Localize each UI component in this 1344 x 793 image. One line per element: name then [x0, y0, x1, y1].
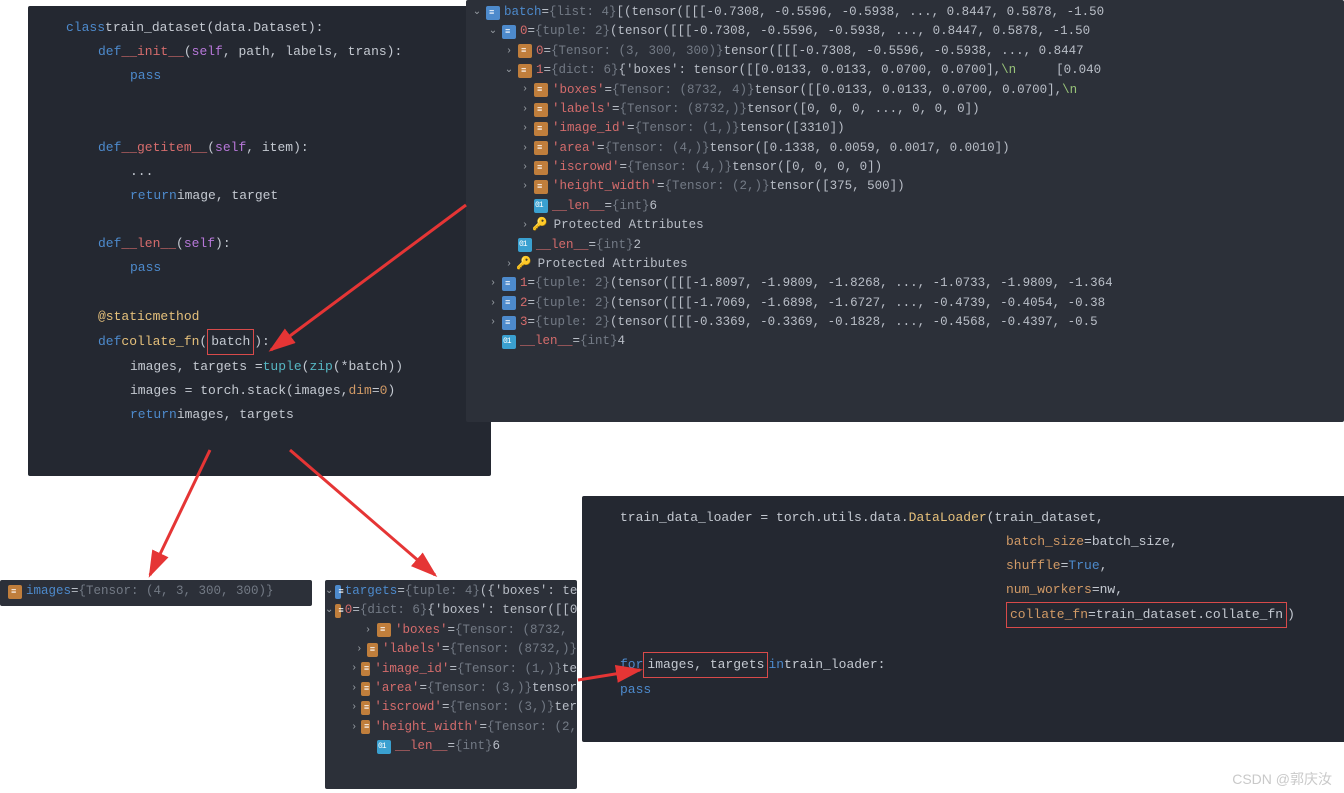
obj-icon	[361, 701, 371, 715]
chevron-right-icon[interactable]: ›	[349, 720, 359, 736]
chevron-right-icon[interactable]: ›	[518, 82, 532, 98]
obj-icon	[518, 64, 532, 78]
int-icon	[534, 199, 548, 213]
chevron-right-icon[interactable]: ›	[518, 160, 532, 176]
obj-icon	[534, 83, 548, 97]
chevron-right-icon[interactable]: ›	[354, 642, 365, 658]
param-batch: batch	[207, 329, 254, 355]
chevron-right-icon[interactable]: ›	[486, 315, 500, 331]
list-icon	[502, 277, 516, 291]
list-icon	[486, 6, 500, 20]
chevron-right-icon[interactable]: ›	[486, 296, 500, 312]
code-panel-left: class train_dataset(data.Dataset): def _…	[28, 6, 491, 476]
chevron-right-icon[interactable]: ›	[486, 276, 500, 292]
code-panel-right: train_data_loader = torch.utils.data.Dat…	[582, 496, 1344, 742]
int-icon	[518, 238, 532, 252]
obj-icon	[361, 682, 371, 696]
chevron-right-icon[interactable]: ›	[502, 257, 516, 273]
chevron-down-icon[interactable]: ⌄	[502, 63, 516, 79]
list-icon	[502, 316, 516, 330]
list-icon	[335, 585, 340, 599]
chevron-down-icon[interactable]: ⌄	[325, 603, 333, 619]
chevron-down-icon[interactable]: ⌄	[325, 584, 333, 600]
list-icon	[502, 25, 516, 39]
obj-icon	[361, 720, 371, 734]
chevron-right-icon[interactable]: ›	[361, 623, 375, 639]
chevron-right-icon[interactable]: ›	[518, 218, 532, 234]
chevron-right-icon[interactable]: ›	[349, 661, 359, 677]
obj-icon	[534, 122, 548, 136]
obj-icon	[8, 585, 22, 599]
chevron-right-icon[interactable]: ›	[349, 700, 359, 716]
chevron-down-icon[interactable]: ⌄	[470, 5, 484, 21]
images-popup[interactable]: images = {Tensor: (4, 3, 300, 300)}	[0, 580, 312, 606]
obj-icon	[534, 161, 548, 175]
obj-icon	[335, 604, 340, 618]
chevron-right-icon[interactable]: ›	[518, 121, 532, 137]
obj-icon	[534, 103, 548, 117]
obj-icon	[377, 623, 391, 637]
obj-icon	[534, 180, 548, 194]
chevron-right-icon[interactable]: ›	[518, 141, 532, 157]
chevron-right-icon[interactable]: ›	[518, 179, 532, 195]
obj-icon	[367, 643, 378, 657]
targets-popup[interactable]: ⌄targets = {tuple: 4} ({'boxes': tens ⌄0…	[325, 580, 577, 789]
for-targets-box: images, targets	[643, 652, 768, 678]
list-icon	[502, 296, 516, 310]
obj-icon	[534, 141, 548, 155]
debug-panel-main[interactable]: ⌄batch = {list: 4} [(tensor([[[-0.7308, …	[466, 0, 1344, 422]
chevron-right-icon[interactable]: ›	[349, 681, 359, 697]
int-icon	[502, 335, 516, 349]
chevron-right-icon[interactable]: ›	[502, 44, 516, 60]
chevron-right-icon[interactable]: ›	[518, 102, 532, 118]
int-icon	[377, 740, 391, 754]
obj-icon	[518, 44, 532, 58]
watermark: CSDN @郭庆汝	[1232, 769, 1332, 789]
collate-fn-box: collate_fn=train_dataset.collate_fn	[1006, 602, 1287, 628]
chevron-down-icon[interactable]: ⌄	[486, 24, 500, 40]
obj-icon	[361, 662, 371, 676]
